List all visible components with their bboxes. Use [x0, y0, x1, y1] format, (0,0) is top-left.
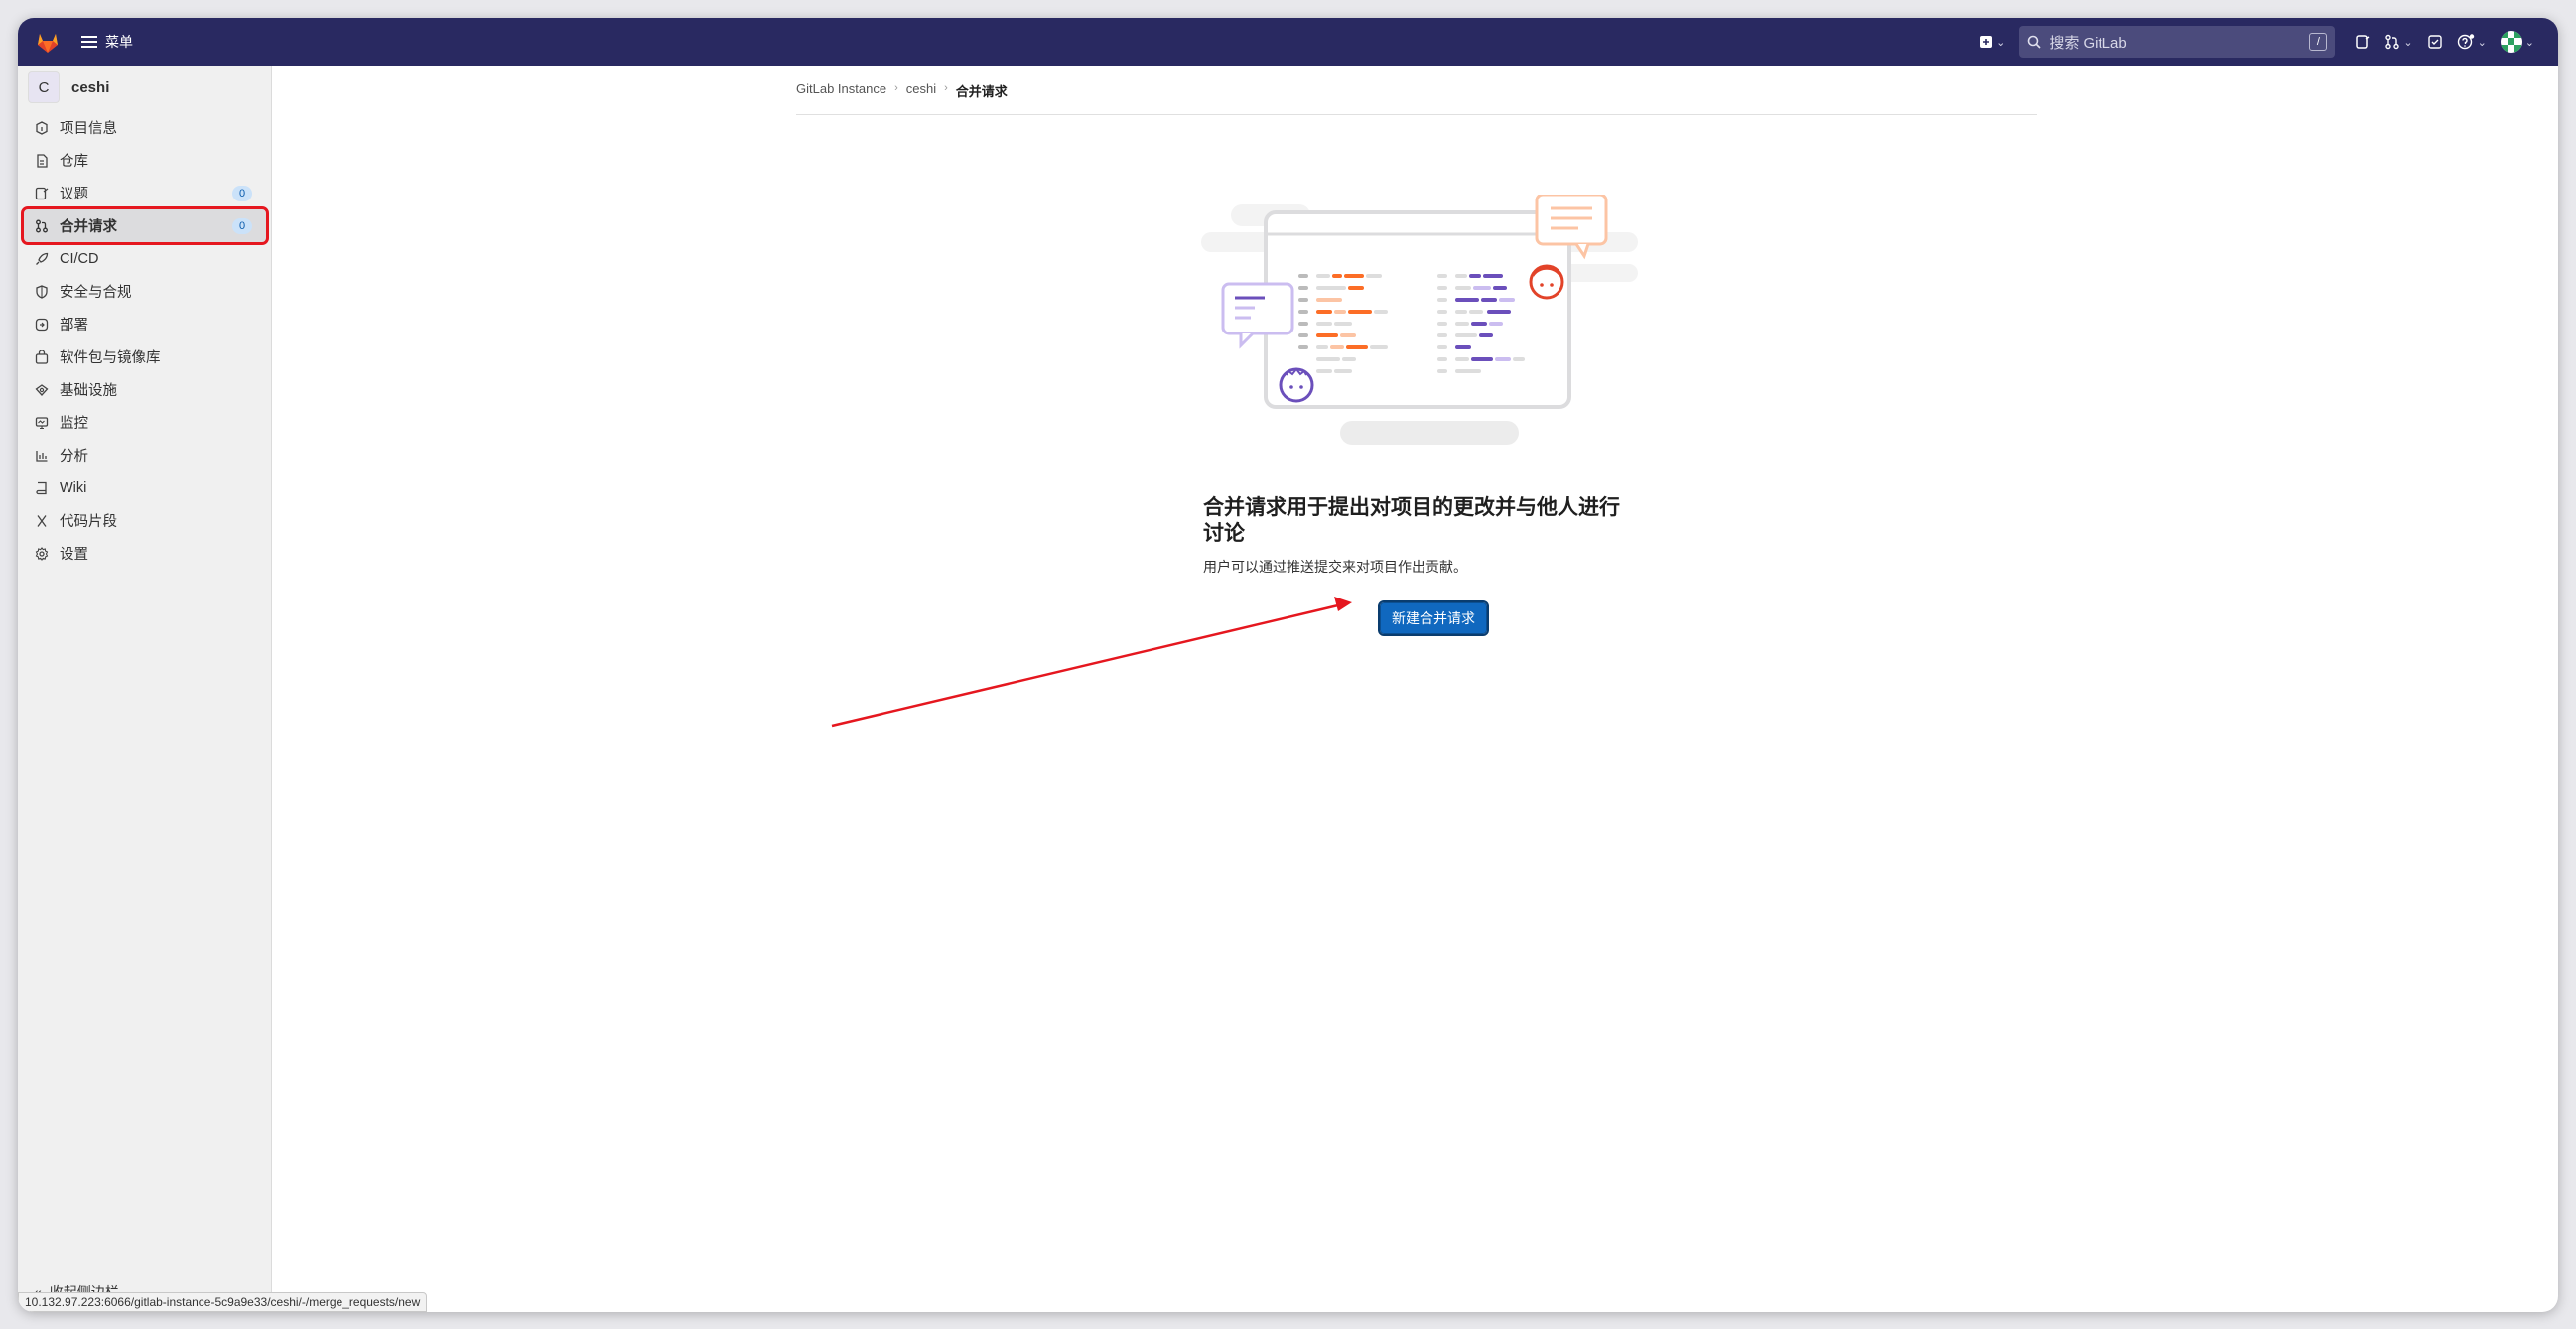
todo-checkbox-icon [2427, 35, 2442, 49]
chevron-right-icon: › [894, 82, 898, 94]
sidebar-item-label: 设置 [60, 547, 88, 563]
sidebar-item-infrastructure[interactable]: 基础设施 [24, 373, 266, 406]
merge-requests-empty-illustration [1201, 195, 1638, 445]
help-dropdown[interactable]: ⌄ [2457, 34, 2487, 50]
sidebar-item-label: 部署 [60, 318, 88, 333]
new-merge-request-button[interactable]: 新建合并请求 [1378, 600, 1489, 636]
sidebar-item-label: Wiki [60, 479, 87, 496]
sidebar-item-label: 安全与合规 [60, 285, 132, 301]
monitor-icon [34, 415, 50, 431]
rocket-icon [34, 251, 50, 267]
main-content: GitLab Instance › ceshi › 合并请求 合并请求用于提出对… [272, 66, 2558, 1312]
sidebar-item-wiki[interactable]: Wiki [24, 471, 266, 504]
sidebar-item-merge-requests[interactable]: 合并请求 0 [21, 206, 269, 245]
project-sidebar: C ceshi 项目信息 仓库 议题 0 合并请求 0 CI/CD 安全与合规 … [18, 66, 272, 1312]
breadcrumb-item-project[interactable]: ceshi [906, 81, 936, 96]
sidebar-item-label: 代码片段 [60, 514, 117, 530]
search-input[interactable]: 搜索 GitLab / [2019, 26, 2336, 58]
cloud-icon [34, 382, 50, 398]
sidebar-item-monitor[interactable]: 监控 [24, 406, 266, 439]
browser-window: 菜单 ⌄ 搜索 GitLab / ⌄ ⌄ ⌄ C ceshi 项目信息 仓库 议… [18, 18, 2558, 1312]
merge-requests-nav-dropdown[interactable]: ⌄ [2384, 34, 2413, 50]
sidebar-item-settings[interactable]: 设置 [24, 537, 266, 570]
sidebar-item-label: 仓库 [60, 154, 88, 170]
todos-nav-button[interactable] [2427, 34, 2443, 50]
chart-icon [34, 448, 50, 464]
project-avatar: C [28, 71, 60, 103]
user-avatar-icon [2500, 31, 2522, 53]
empty-state-title: 合并请求用于提出对项目的更改并与他人进行讨论 [1203, 496, 1620, 545]
project-name: ceshi [71, 78, 110, 96]
menu-label: 菜单 [105, 34, 133, 50]
sidebar-item-packages[interactable]: 软件包与镜像库 [24, 340, 266, 373]
sidebar-item-snippets[interactable]: 代码片段 [24, 504, 266, 537]
issues-count-badge: 0 [232, 186, 252, 201]
gitlab-logo-icon[interactable] [34, 28, 62, 56]
merge-requests-count-badge: 0 [232, 218, 252, 234]
sidebar-item-issues[interactable]: 议题 0 [24, 177, 266, 209]
menu-button[interactable]: 菜单 [81, 30, 133, 54]
empty-state-description: 用户可以通过推送提交来对项目作出贡献。 [1203, 559, 1467, 575]
sidebar-nav: 项目信息 仓库 议题 0 合并请求 0 CI/CD 安全与合规 部署 软件包与镜… [18, 111, 272, 570]
merge-request-icon [2385, 34, 2400, 50]
search-placeholder: 搜索 GitLab [2049, 34, 2127, 52]
issues-icon [2356, 35, 2370, 49]
link-status-bar: 10.132.97.223:6066/gitlab-instance-5c9a9… [18, 1292, 428, 1312]
issues-nav-button[interactable] [2355, 34, 2371, 50]
chevron-down-icon: ⌄ [2477, 36, 2487, 49]
chevron-down-icon: ⌄ [2403, 36, 2413, 49]
sidebar-item-label: 软件包与镜像库 [60, 350, 161, 366]
chevron-right-icon: › [944, 82, 948, 94]
search-icon [2028, 35, 2041, 49]
chevron-down-icon: ⌄ [1996, 36, 2006, 49]
sidebar-item-label: 项目信息 [60, 121, 117, 137]
sidebar-item-label: CI/CD [60, 250, 99, 267]
hamburger-icon [81, 36, 97, 48]
sidebar-item-analytics[interactable]: 分析 [24, 439, 266, 471]
sidebar-item-label: 合并请求 [60, 219, 117, 235]
navbar-right: ⌄ 搜索 GitLab / ⌄ ⌄ ⌄ [1979, 26, 2534, 58]
package-icon [34, 349, 50, 365]
shield-icon [34, 284, 50, 300]
sidebar-item-cicd[interactable]: CI/CD [24, 242, 266, 275]
gear-icon [34, 546, 50, 562]
project-header[interactable]: C ceshi [28, 71, 109, 103]
info-icon [34, 120, 50, 136]
breadcrumb-item-instance[interactable]: GitLab Instance [796, 81, 886, 96]
deploy-icon [34, 317, 50, 332]
snippet-icon [34, 513, 50, 529]
plus-square-icon [1980, 36, 1993, 48]
document-icon [34, 153, 50, 169]
sidebar-item-label: 分析 [60, 449, 88, 465]
top-navbar: 菜单 ⌄ 搜索 GitLab / ⌄ ⌄ ⌄ [18, 18, 2558, 66]
breadcrumb: GitLab Instance › ceshi › 合并请求 [796, 81, 2037, 115]
issues-icon [34, 186, 50, 201]
sidebar-item-security[interactable]: 安全与合规 [24, 275, 266, 308]
sidebar-item-label: 基础设施 [60, 383, 117, 399]
sidebar-item-deployments[interactable]: 部署 [24, 308, 266, 340]
book-icon [34, 480, 50, 496]
sidebar-item-label: 监控 [60, 416, 88, 432]
help-icon [2457, 34, 2474, 50]
chevron-down-icon: ⌄ [2524, 36, 2534, 49]
sidebar-item-project-info[interactable]: 项目信息 [24, 111, 266, 144]
merge-request-icon [34, 218, 50, 234]
search-shortcut-hint: / [2309, 33, 2328, 51]
breadcrumb-item-current[interactable]: 合并请求 [956, 81, 1008, 100]
sidebar-item-label: 议题 [60, 187, 88, 202]
create-new-dropdown[interactable]: ⌄ [1979, 35, 2005, 49]
user-menu-dropdown[interactable]: ⌄ [2500, 31, 2534, 53]
sidebar-item-repository[interactable]: 仓库 [24, 144, 266, 177]
